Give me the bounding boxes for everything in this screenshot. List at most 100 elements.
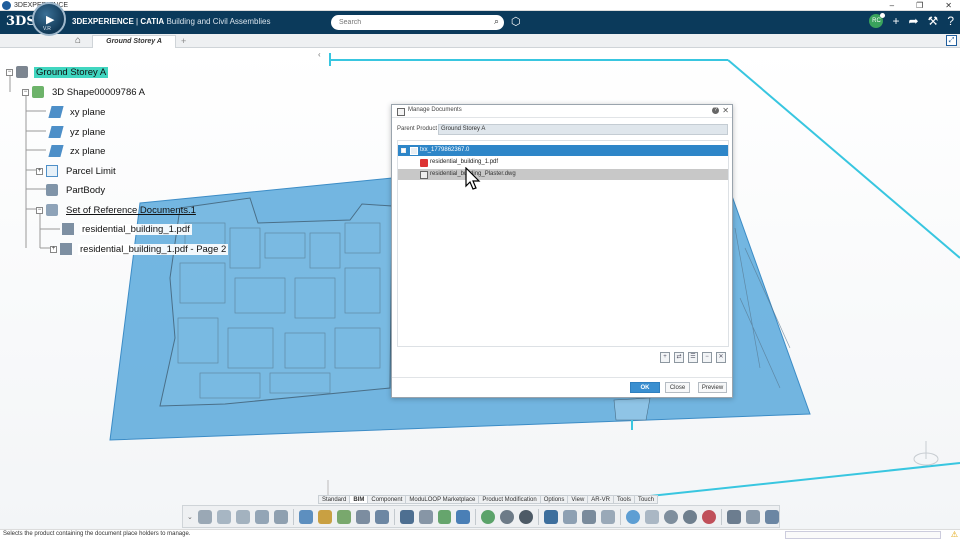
wall-tool-icon[interactable]	[216, 509, 231, 524]
tree-label-zx-plane[interactable]: zx plane	[68, 146, 107, 157]
collapse-refdocs-icon[interactable]: −	[36, 206, 43, 214]
tab-product-modification[interactable]: Product Modification	[478, 495, 540, 504]
deselect-tool-icon[interactable]	[702, 509, 717, 524]
replace-document-icon[interactable]: ⇄	[674, 352, 684, 363]
search-tool-icon[interactable]	[355, 509, 370, 524]
tab-component[interactable]: Component	[367, 495, 406, 504]
tree-label-reference-documents[interactable]: Set of Reference Documents.1	[64, 205, 198, 216]
section-tool-icon[interactable]	[563, 509, 578, 524]
add-tab-button[interactable]: +	[181, 34, 186, 48]
tree-label-xy-plane[interactable]: xy plane	[68, 107, 107, 118]
stair-tool-icon[interactable]	[336, 509, 351, 524]
tree-label-partbody[interactable]: PartBody	[64, 185, 107, 196]
shading-tool-icon[interactable]	[481, 509, 496, 524]
tab-moduloop-marketplace[interactable]: ModuLOOP Marketplace	[405, 495, 479, 504]
search-box[interactable]: ⌕	[331, 15, 504, 30]
ok-button[interactable]: OK	[630, 382, 660, 393]
tree-node-doc2[interactable]: + residential_building_1.pdf - Page 2	[50, 241, 229, 257]
filter-tool-icon[interactable]	[664, 509, 679, 524]
add-icon[interactable]: +	[892, 14, 899, 28]
preview-button[interactable]: Preview	[698, 382, 727, 393]
home-icon[interactable]: ⌂	[75, 34, 81, 48]
measure-tool-icon[interactable]	[582, 509, 597, 524]
select-tool-icon[interactable]	[626, 509, 641, 524]
collapse-root-icon[interactable]: −	[6, 68, 13, 76]
compass-widget[interactable]: ▶ V.R	[32, 2, 66, 36]
close-button[interactable]: Close	[665, 382, 690, 393]
expand-doc2-icon[interactable]: +	[50, 245, 57, 253]
expand-icon[interactable]: ⤢	[946, 35, 957, 46]
opening-tool-icon[interactable]	[254, 509, 269, 524]
copy-tool-icon[interactable]	[437, 509, 452, 524]
tab-touch[interactable]: Touch	[633, 495, 658, 504]
tree-node-partbody[interactable]: PartBody	[46, 182, 107, 198]
avatar[interactable]: RC	[869, 13, 886, 28]
tree-node-parcel-limit[interactable]: + Parcel Limit	[36, 163, 118, 179]
tree-label-doc2[interactable]: residential_building_1.pdf - Page 2	[78, 243, 229, 255]
beam-tool-icon[interactable]	[298, 509, 313, 524]
close-icon[interactable]: ✕	[722, 106, 729, 115]
maximize-button[interactable]: ❐	[916, 0, 923, 11]
add-document-icon[interactable]: +	[660, 352, 670, 363]
remove-document-icon[interactable]: −	[702, 352, 712, 363]
material-tool-icon[interactable]	[519, 509, 534, 524]
tab-standard[interactable]: Standard	[318, 495, 350, 504]
tag-icon[interactable]: ⬡	[511, 15, 521, 28]
slab-tool-icon[interactable]	[235, 509, 250, 524]
tab-options[interactable]: Options	[539, 495, 568, 504]
toolbar-chevron-icon[interactable]: ⌄	[187, 513, 193, 521]
tab-ar-vr[interactable]: AR-VR	[587, 495, 613, 504]
reference-tool-icon[interactable]	[746, 509, 760, 524]
tree-node-xy-plane[interactable]: xy plane	[48, 104, 107, 120]
document-properties-icon[interactable]: ☰	[688, 352, 698, 363]
close-window-button[interactable]: ✕	[945, 0, 952, 11]
delete-document-icon[interactable]: ✕	[716, 352, 726, 363]
search-icon[interactable]: ⌕	[494, 16, 499, 27]
command-input[interactable]	[785, 531, 941, 539]
tree-node-shape[interactable]: − 3D Shape00009786 A	[22, 84, 147, 100]
help-icon[interactable]: ?	[712, 107, 719, 114]
collapse-shape-icon[interactable]: −	[22, 88, 29, 96]
tree-label-root[interactable]: Ground Storey A	[34, 66, 109, 78]
tab-view[interactable]: View	[567, 495, 588, 504]
list-item-pdf[interactable]: residential_building_1.pdf	[398, 157, 728, 168]
trap-select-tool-icon[interactable]	[645, 509, 660, 524]
share-icon[interactable]: ➦	[908, 14, 918, 28]
tab-bim[interactable]: BIM	[349, 495, 368, 504]
grid-tool-icon[interactable]	[197, 509, 212, 524]
catalog-tool-icon[interactable]	[374, 509, 389, 524]
annotation-tool-icon[interactable]	[601, 509, 616, 524]
expand-parcel-icon[interactable]: +	[36, 167, 43, 175]
app-logo-icon	[2, 1, 11, 10]
sphere-tool-icon[interactable]	[500, 509, 515, 524]
tab-tools[interactable]: Tools	[612, 495, 634, 504]
layer-tool-icon[interactable]	[544, 509, 559, 524]
image-tool-icon[interactable]	[765, 509, 779, 524]
tools-icon[interactable]: ⚒	[928, 14, 939, 28]
search-input[interactable]	[339, 17, 479, 28]
tree-node-reference-documents[interactable]: − Set of Reference Documents.1	[36, 202, 198, 218]
warning-icon[interactable]: ⚠	[951, 530, 958, 539]
manage-documents-tool-icon[interactable]	[727, 509, 742, 524]
align-tool-icon[interactable]	[418, 509, 433, 524]
cube-tool-icon[interactable]	[456, 509, 471, 524]
tree-node-zx-plane[interactable]: zx plane	[48, 143, 107, 159]
tree-label-doc1[interactable]: residential_building_1.pdf	[80, 223, 192, 235]
space-tool-icon[interactable]	[273, 509, 288, 524]
tree-node-yz-plane[interactable]: yz plane	[48, 124, 107, 140]
tab-ground-storey-a[interactable]: Ground Storey A	[92, 35, 176, 48]
tree-node-root[interactable]: − Ground Storey A	[6, 64, 109, 80]
help-icon[interactable]: ?	[947, 14, 954, 28]
list-item-dwg[interactable]: residential_building_Plaster.dwg	[398, 169, 728, 180]
column-tool-icon[interactable]	[317, 509, 332, 524]
move-tool-icon[interactable]	[399, 509, 414, 524]
tree-label-yz-plane[interactable]: yz plane	[68, 127, 107, 138]
tree-label-shape[interactable]: 3D Shape00009786 A	[50, 87, 147, 98]
row-checkbox[interactable]	[401, 148, 406, 153]
tree-label-parcel-limit[interactable]: Parcel Limit	[64, 166, 118, 177]
list-item-root[interactable]: txx_1779862367.0	[398, 145, 728, 156]
parent-product-field[interactable]: Ground Storey A	[438, 124, 728, 135]
lasso-tool-icon[interactable]	[683, 509, 698, 524]
minimize-button[interactable]: –	[890, 0, 894, 11]
tree-node-doc1[interactable]: residential_building_1.pdf	[62, 221, 192, 237]
